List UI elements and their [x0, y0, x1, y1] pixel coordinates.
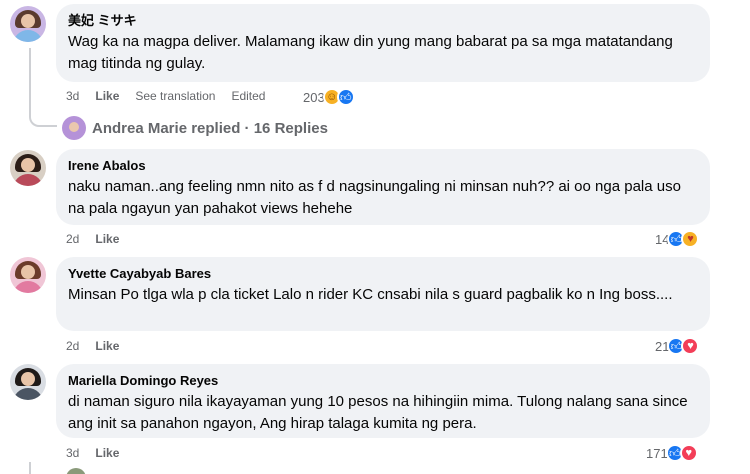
- reaction-summary[interactable]: 21 👍︎ ♥: [655, 335, 700, 357]
- avatar[interactable]: [10, 150, 46, 186]
- avatar[interactable]: [10, 257, 46, 293]
- comment-actions: 3d Like: [66, 446, 119, 460]
- comment-author[interactable]: 美妃 ミサキ: [68, 12, 698, 29]
- like-button[interactable]: Like: [95, 339, 119, 353]
- thread-line: [29, 462, 31, 474]
- comment-timestamp[interactable]: 2d: [66, 232, 79, 246]
- comment-timestamp[interactable]: 2d: [66, 339, 79, 353]
- comment-author[interactable]: Yvette Cayabyab Bares: [68, 265, 698, 282]
- comment-text: di naman siguro nila ikayayaman yung 10 …: [68, 393, 688, 432]
- reaction-summary[interactable]: 171 👍︎ ♥: [646, 442, 698, 464]
- reply-connector: [29, 100, 57, 127]
- comment-actions: 3d Like See translation Edited: [66, 89, 265, 103]
- comment-text: Wag ka na magpa deliver. Malamang ikaw d…: [68, 33, 673, 72]
- replies-label[interactable]: Andrea Marie replied · 16 Replies: [92, 120, 328, 137]
- love-icon: ♥: [679, 444, 698, 462]
- comment-bubble: Yvette Cayabyab Bares Minsan Po tlga wla…: [56, 257, 710, 331]
- comment-actions: 2d Like: [66, 232, 119, 246]
- like-button[interactable]: Like: [95, 232, 119, 246]
- comment-text: Minsan Po tlga wla p cla ticket Lalo n r…: [68, 286, 673, 303]
- see-translation-link[interactable]: See translation: [135, 89, 215, 103]
- comment-bubble: Irene Abalos naku naman..ang feeling nmn…: [56, 149, 710, 225]
- replier-avatar: [62, 116, 86, 140]
- comment-bubble: Mariella Domingo Reyes di naman siguro n…: [56, 364, 710, 438]
- avatar[interactable]: [10, 364, 46, 400]
- reaction-summary[interactable]: 14 👍︎ ♥: [655, 228, 700, 250]
- comment-author[interactable]: Mariella Domingo Reyes: [68, 372, 698, 389]
- edited-label[interactable]: Edited: [231, 89, 265, 103]
- comment-text: naku naman..ang feeling nmn nito as f d …: [68, 178, 681, 217]
- care-icon: ♥: [681, 230, 700, 248]
- avatar[interactable]: [10, 6, 46, 42]
- reaction-count: 171: [646, 445, 668, 461]
- reaction-count: 203: [303, 89, 325, 105]
- comment-timestamp[interactable]: 3d: [66, 446, 79, 460]
- like-button[interactable]: Like: [95, 89, 119, 103]
- comment-author[interactable]: Irene Abalos: [68, 157, 698, 174]
- comment-timestamp[interactable]: 3d: [66, 89, 79, 103]
- thread-line: [29, 48, 31, 100]
- comment-actions: 2d Like: [66, 339, 119, 353]
- love-icon: ♥: [681, 337, 700, 355]
- like-button[interactable]: Like: [95, 446, 119, 460]
- like-icon: 👍︎: [336, 88, 355, 106]
- reaction-summary[interactable]: 203 ☺ 👍︎: [303, 86, 355, 108]
- comment-bubble: 美妃 ミサキ Wag ka na magpa deliver. Malamang…: [56, 4, 710, 82]
- view-replies-link[interactable]: Andrea Marie replied · 16 Replies: [62, 116, 328, 140]
- avatar[interactable]: [66, 468, 86, 474]
